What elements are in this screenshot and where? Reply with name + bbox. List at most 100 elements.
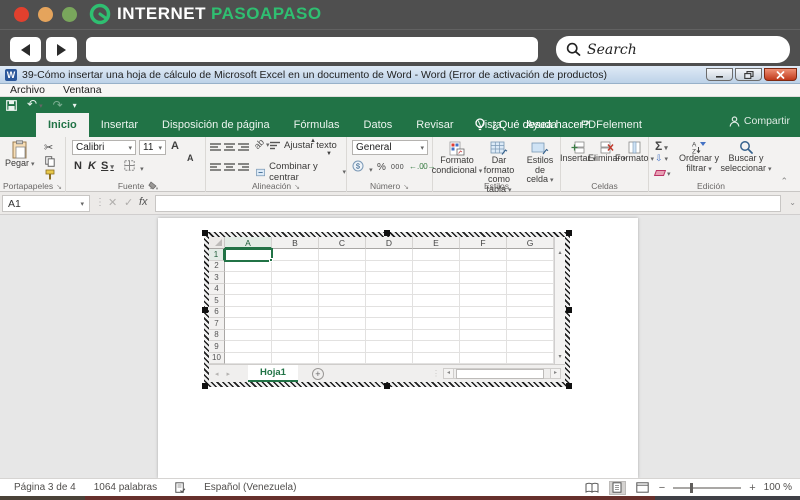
cell-F4[interactable] bbox=[460, 283, 507, 295]
format-painter-icon[interactable] bbox=[45, 169, 55, 180]
column-header-E[interactable]: E bbox=[413, 237, 460, 249]
column-header-B[interactable]: B bbox=[272, 237, 319, 249]
align-middle-icon[interactable] bbox=[224, 142, 235, 152]
cell-A7[interactable] bbox=[225, 318, 272, 330]
cell-E2[interactable] bbox=[413, 260, 460, 272]
resize-handle[interactable] bbox=[202, 230, 208, 236]
merge-center-button[interactable]: Combinar y centrar bbox=[256, 161, 346, 183]
cell-B9[interactable] bbox=[272, 341, 319, 353]
borders-icon[interactable] bbox=[124, 160, 144, 174]
expand-formula-bar-icon[interactable]: ⌄ bbox=[789, 198, 796, 207]
scroll-thumb[interactable] bbox=[456, 369, 544, 379]
scroll-track[interactable] bbox=[454, 368, 550, 379]
resize-handle[interactable] bbox=[384, 383, 390, 389]
scroll-up-icon[interactable]: ▴ bbox=[558, 249, 561, 256]
cell-E3[interactable] bbox=[413, 272, 460, 284]
cell-E6[interactable] bbox=[413, 306, 460, 318]
traffic-light-minimize-icon[interactable] bbox=[38, 7, 53, 22]
cell-D10[interactable] bbox=[366, 352, 413, 364]
cell-D6[interactable] bbox=[366, 306, 413, 318]
cell-C6[interactable] bbox=[319, 306, 366, 318]
save-icon[interactable] bbox=[6, 100, 17, 111]
cell-G6[interactable] bbox=[507, 306, 554, 318]
enter-icon[interactable]: ✓ bbox=[124, 196, 133, 209]
cell-A9[interactable] bbox=[225, 341, 272, 353]
cell-A8[interactable] bbox=[225, 329, 272, 341]
cell-C10[interactable] bbox=[319, 352, 366, 364]
tell-me-box[interactable]: ¿Qué desea hacer? bbox=[474, 113, 589, 137]
sheet-tab-hoja1[interactable]: Hoja1 bbox=[248, 365, 298, 382]
font-size-select[interactable]: 11 bbox=[139, 140, 166, 155]
row-header-1[interactable]: 1 bbox=[209, 249, 225, 261]
tab-datos[interactable]: Datos bbox=[352, 113, 405, 137]
cell-D4[interactable] bbox=[366, 283, 413, 295]
row-header-9[interactable]: 9 bbox=[209, 341, 225, 353]
minimize-button[interactable] bbox=[706, 68, 733, 81]
cell-C5[interactable] bbox=[319, 295, 366, 307]
cell-C3[interactable] bbox=[319, 272, 366, 284]
cell-F6[interactable] bbox=[460, 306, 507, 318]
sheet-nav-right-icon[interactable]: ▸ bbox=[225, 370, 233, 378]
cell-A4[interactable] bbox=[225, 283, 272, 295]
comma-style-icon[interactable]: 000 bbox=[391, 164, 404, 171]
resize-handle[interactable] bbox=[566, 306, 572, 313]
select-all-corner[interactable] bbox=[209, 237, 225, 249]
italic-button[interactable]: K bbox=[88, 160, 96, 172]
search-input[interactable]: Search bbox=[556, 36, 790, 63]
sort-filter-button[interactable]: A Z Ordenar y filtrar bbox=[677, 140, 721, 174]
cell-B8[interactable] bbox=[272, 329, 319, 341]
row-header-7[interactable]: 7 bbox=[209, 318, 225, 330]
cell-G2[interactable] bbox=[507, 260, 554, 272]
cell-A1[interactable] bbox=[224, 248, 273, 262]
cell-F5[interactable] bbox=[460, 295, 507, 307]
underline-button[interactable]: S bbox=[101, 160, 114, 172]
cell-G10[interactable] bbox=[507, 352, 554, 364]
zoom-level[interactable]: 100 % bbox=[764, 482, 792, 493]
cell-C9[interactable] bbox=[319, 341, 366, 353]
align-right-icon[interactable] bbox=[238, 162, 249, 172]
cell-E9[interactable] bbox=[413, 341, 460, 353]
cell-G9[interactable] bbox=[507, 341, 554, 353]
format-cells-button[interactable]: Formato bbox=[615, 141, 649, 165]
cancel-icon[interactable]: ✕ bbox=[108, 196, 117, 209]
align-center-icon[interactable] bbox=[224, 162, 235, 172]
row-header-4[interactable]: 4 bbox=[209, 283, 225, 295]
tab-split-handle[interactable]: ⋮ bbox=[432, 369, 440, 378]
cut-icon[interactable]: ✂ bbox=[44, 141, 53, 154]
cell-C4[interactable] bbox=[319, 283, 366, 295]
fill-handle[interactable] bbox=[269, 257, 273, 262]
tab-revisar[interactable]: Revisar bbox=[404, 113, 465, 137]
share-button[interactable]: Compartir bbox=[729, 115, 790, 127]
column-header-C[interactable]: C bbox=[319, 237, 366, 249]
restore-button[interactable] bbox=[735, 68, 762, 81]
column-header-F[interactable]: F bbox=[460, 237, 507, 249]
paste-button[interactable]: Pegar bbox=[5, 140, 35, 170]
back-button[interactable] bbox=[10, 37, 41, 62]
zoom-slider-thumb[interactable] bbox=[690, 482, 694, 493]
cell-G5[interactable] bbox=[507, 295, 554, 307]
cell-E7[interactable] bbox=[413, 318, 460, 330]
tab-f-rmulas[interactable]: Fórmulas bbox=[282, 113, 352, 137]
cell-G1[interactable] bbox=[507, 249, 554, 261]
cell-B4[interactable] bbox=[272, 283, 319, 295]
row-header-2[interactable]: 2 bbox=[209, 260, 225, 272]
column-header-G[interactable]: G bbox=[507, 237, 554, 249]
cell-F9[interactable] bbox=[460, 341, 507, 353]
cell-F2[interactable] bbox=[460, 260, 507, 272]
cell-A5[interactable] bbox=[225, 295, 272, 307]
close-button[interactable] bbox=[764, 68, 797, 81]
resize-handle[interactable] bbox=[566, 230, 572, 236]
orientation-icon[interactable]: ab bbox=[252, 137, 270, 151]
zoom-slider[interactable] bbox=[673, 482, 742, 493]
cell-G8[interactable] bbox=[507, 329, 554, 341]
row-header-5[interactable]: 5 bbox=[209, 295, 225, 307]
cell-B2[interactable] bbox=[272, 260, 319, 272]
proofing-icon[interactable] bbox=[175, 482, 186, 493]
cell-G4[interactable] bbox=[507, 283, 554, 295]
conditional-formatting-button[interactable]: Formato condicional bbox=[432, 141, 477, 176]
cell-E1[interactable] bbox=[413, 249, 460, 261]
document-page[interactable]: A B C D E F G 1 ▴ 2 3 4 5 6 7 8 9 10 ▾ ◂ ▸ Hoja1 + ⋮ ◂ ▸ bbox=[158, 218, 638, 478]
collapse-ribbon-icon[interactable]: ⌃ bbox=[780, 176, 788, 187]
tab-disposici-n-de-p-gina[interactable]: Disposición de página bbox=[150, 113, 282, 137]
font-name-select[interactable]: Calibri bbox=[72, 140, 136, 155]
